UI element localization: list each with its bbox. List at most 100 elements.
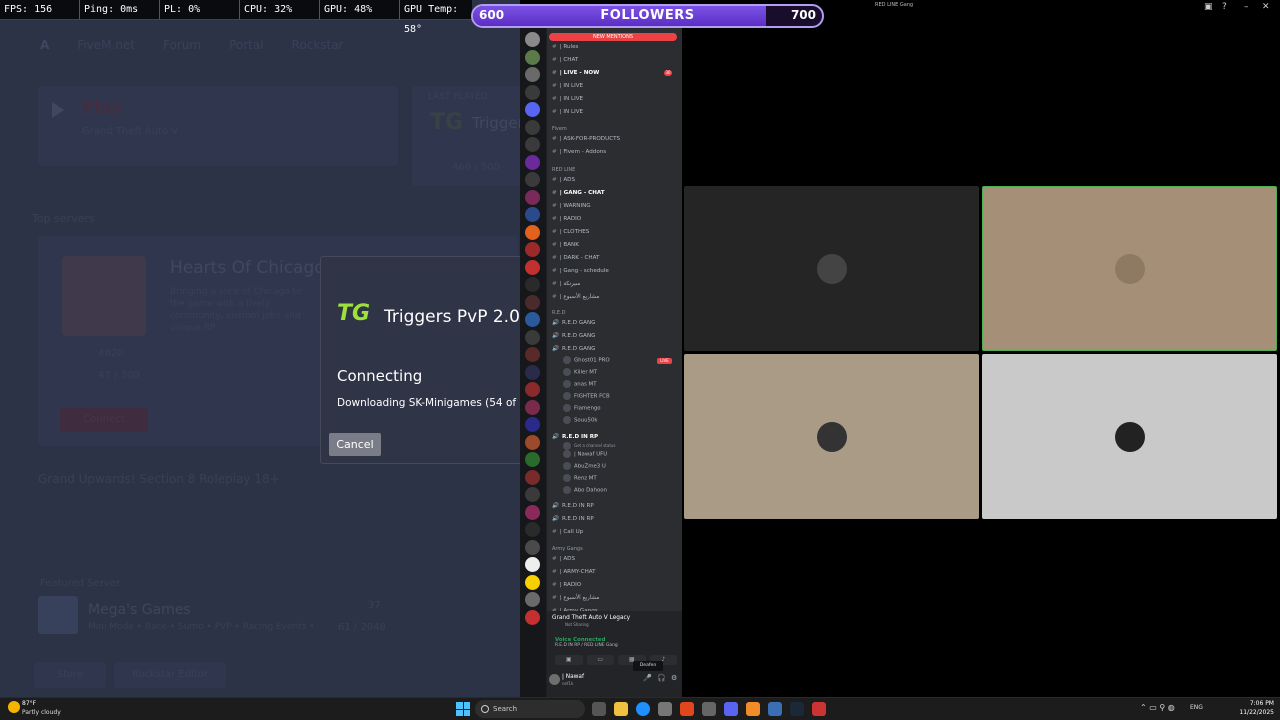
server-icon[interactable] (525, 399, 540, 415)
cancel-button[interactable]: Cancel (329, 433, 381, 456)
server-icon[interactable] (525, 539, 540, 555)
voice-channel-path[interactable]: R.E.D IN RP / RED LINE Gang (555, 643, 618, 648)
voice-member[interactable]: Abo Dahoon (563, 486, 607, 494)
server-icon[interactable] (525, 242, 540, 257)
server-icon[interactable] (525, 32, 540, 47)
server-icon[interactable] (525, 574, 540, 590)
text-channel[interactable]: # | سيرنكة (552, 279, 580, 290)
voice-member[interactable]: Renz MT (563, 474, 597, 482)
new-mentions-pill[interactable]: NEW MENTIONS (549, 33, 677, 41)
close-icon[interactable]: ✕ (1262, 2, 1270, 12)
server-icon[interactable] (525, 434, 540, 450)
video-tile-4[interactable] (982, 354, 1277, 519)
voice-member[interactable]: AbuZme3 U (563, 462, 606, 470)
fivem-icon[interactable] (746, 702, 760, 716)
screen-share-icon[interactable]: ▭ (586, 655, 614, 665)
text-channel[interactable]: # | IN LIVE (552, 94, 583, 105)
server-icon[interactable] (525, 312, 540, 327)
text-channel[interactable]: # | CLOTHES (552, 227, 589, 238)
server-icon[interactable] (525, 154, 540, 170)
server-icon[interactable] (525, 347, 540, 362)
server-icon[interactable] (525, 522, 540, 537)
server-icon[interactable] (525, 557, 540, 572)
server-icon[interactable] (525, 504, 540, 520)
text-channel[interactable]: # | Call Up (552, 527, 583, 538)
channel-category[interactable]: R.E.D (552, 310, 565, 316)
text-channel[interactable]: # | Rules (552, 42, 578, 53)
server-icon[interactable] (525, 329, 540, 345)
server-icon[interactable] (525, 487, 540, 502)
text-channel[interactable]: # | مشاريع الأسبوع (552, 292, 599, 303)
text-channel[interactable]: # | Gang - schedule (552, 266, 609, 277)
text-channel[interactable]: # | BANK (552, 240, 579, 251)
voice-member[interactable]: FIGHTER FCB (563, 392, 610, 400)
voice-channel[interactable]: 🔊 R.E.D IN RP (552, 514, 594, 525)
voice-member[interactable]: anas MT (563, 380, 597, 388)
voice-channel[interactable]: 🔊 R.E.D GANG (552, 318, 596, 329)
text-channel[interactable]: # | ADS (552, 175, 575, 186)
server-icon[interactable] (525, 189, 540, 205)
voice-member[interactable]: | Nawaf UFU (563, 450, 607, 458)
server-icon[interactable] (525, 172, 540, 187)
voice-channel[interactable]: 🔊 R.E.D GANG (552, 331, 596, 342)
store-icon[interactable] (658, 702, 672, 716)
clock-time[interactable]: 7:06 PM (1240, 700, 1274, 707)
server-icon[interactable] (525, 84, 540, 100)
server-icon[interactable] (525, 102, 540, 117)
window-icon[interactable]: ▣ (1204, 2, 1213, 12)
text-channel[interactable]: # | مشاريع الأسبوع (552, 593, 599, 604)
text-channel[interactable]: # | ADS (552, 554, 575, 565)
voice-member[interactable]: Flamengo (563, 404, 601, 412)
text-channel[interactable]: # | IN LIVE (552, 107, 583, 118)
server-icon[interactable] (525, 119, 540, 135)
obs-icon[interactable] (812, 702, 826, 716)
server-icon[interactable] (525, 49, 540, 65)
server-icon[interactable] (525, 452, 540, 467)
app-icon[interactable] (702, 702, 716, 716)
server-icon[interactable] (525, 609, 540, 625)
channel-category[interactable]: RED LINE (552, 167, 575, 173)
server-icon[interactable] (525, 277, 540, 292)
text-channel[interactable]: # | RADIO (552, 214, 581, 225)
avatar[interactable] (549, 674, 560, 685)
headphones-icon[interactable]: 🎧 (657, 674, 666, 682)
server-icon[interactable] (525, 259, 540, 275)
server-icon[interactable] (525, 469, 540, 485)
text-channel[interactable]: # | ARMY-CHAT (552, 567, 596, 578)
mute-icon[interactable]: 🎤 (643, 674, 652, 682)
file-explorer-icon[interactable] (614, 702, 628, 716)
text-channel[interactable]: # | WARNING (552, 201, 591, 212)
video-tile-3[interactable] (684, 354, 979, 519)
app-icon-2[interactable] (768, 702, 782, 716)
text-channel[interactable]: # | ASK-FOR-PRODUCTS (552, 134, 620, 145)
weather-icon[interactable] (8, 701, 20, 713)
server-icon[interactable] (525, 364, 540, 380)
server-icon[interactable] (525, 67, 540, 82)
task-view-icon[interactable] (592, 702, 606, 716)
steam-icon[interactable] (790, 702, 804, 716)
brave-icon[interactable] (680, 702, 694, 716)
camera-icon[interactable]: ▣ (555, 655, 583, 665)
voice-channel[interactable]: 🔊 R.E.D GANG (552, 344, 596, 355)
weather-temp[interactable]: 87°F (22, 700, 36, 707)
text-channel[interactable]: # | LIVE - NOW (552, 68, 599, 79)
text-channel[interactable]: # | Fivem - Addons (552, 147, 606, 158)
server-icon[interactable] (525, 224, 540, 240)
taskbar-search[interactable]: Search (475, 700, 585, 718)
server-icon[interactable] (525, 207, 540, 222)
clock-date[interactable]: 11/22/2025 (1236, 709, 1274, 716)
voice-member[interactable]: Killer MT (563, 368, 597, 376)
discord-icon[interactable] (724, 702, 738, 716)
video-tile-1[interactable] (684, 186, 979, 351)
server-icon[interactable] (525, 294, 540, 310)
video-tile-2[interactable] (982, 186, 1277, 351)
text-channel[interactable]: # | DARK - CHAT (552, 253, 599, 264)
server-icon[interactable] (525, 417, 540, 432)
edge-icon[interactable] (636, 702, 650, 716)
text-channel[interactable]: # | RADIO (552, 580, 581, 591)
channel-status-hint[interactable]: Get a channel status (563, 442, 616, 450)
voice-member[interactable]: Ghost01 PRO (563, 356, 610, 364)
help-icon[interactable]: ? (1222, 2, 1227, 12)
voice-channel[interactable]: 🔊 R.E.D IN RP (552, 501, 594, 512)
server-icon[interactable] (525, 382, 540, 397)
